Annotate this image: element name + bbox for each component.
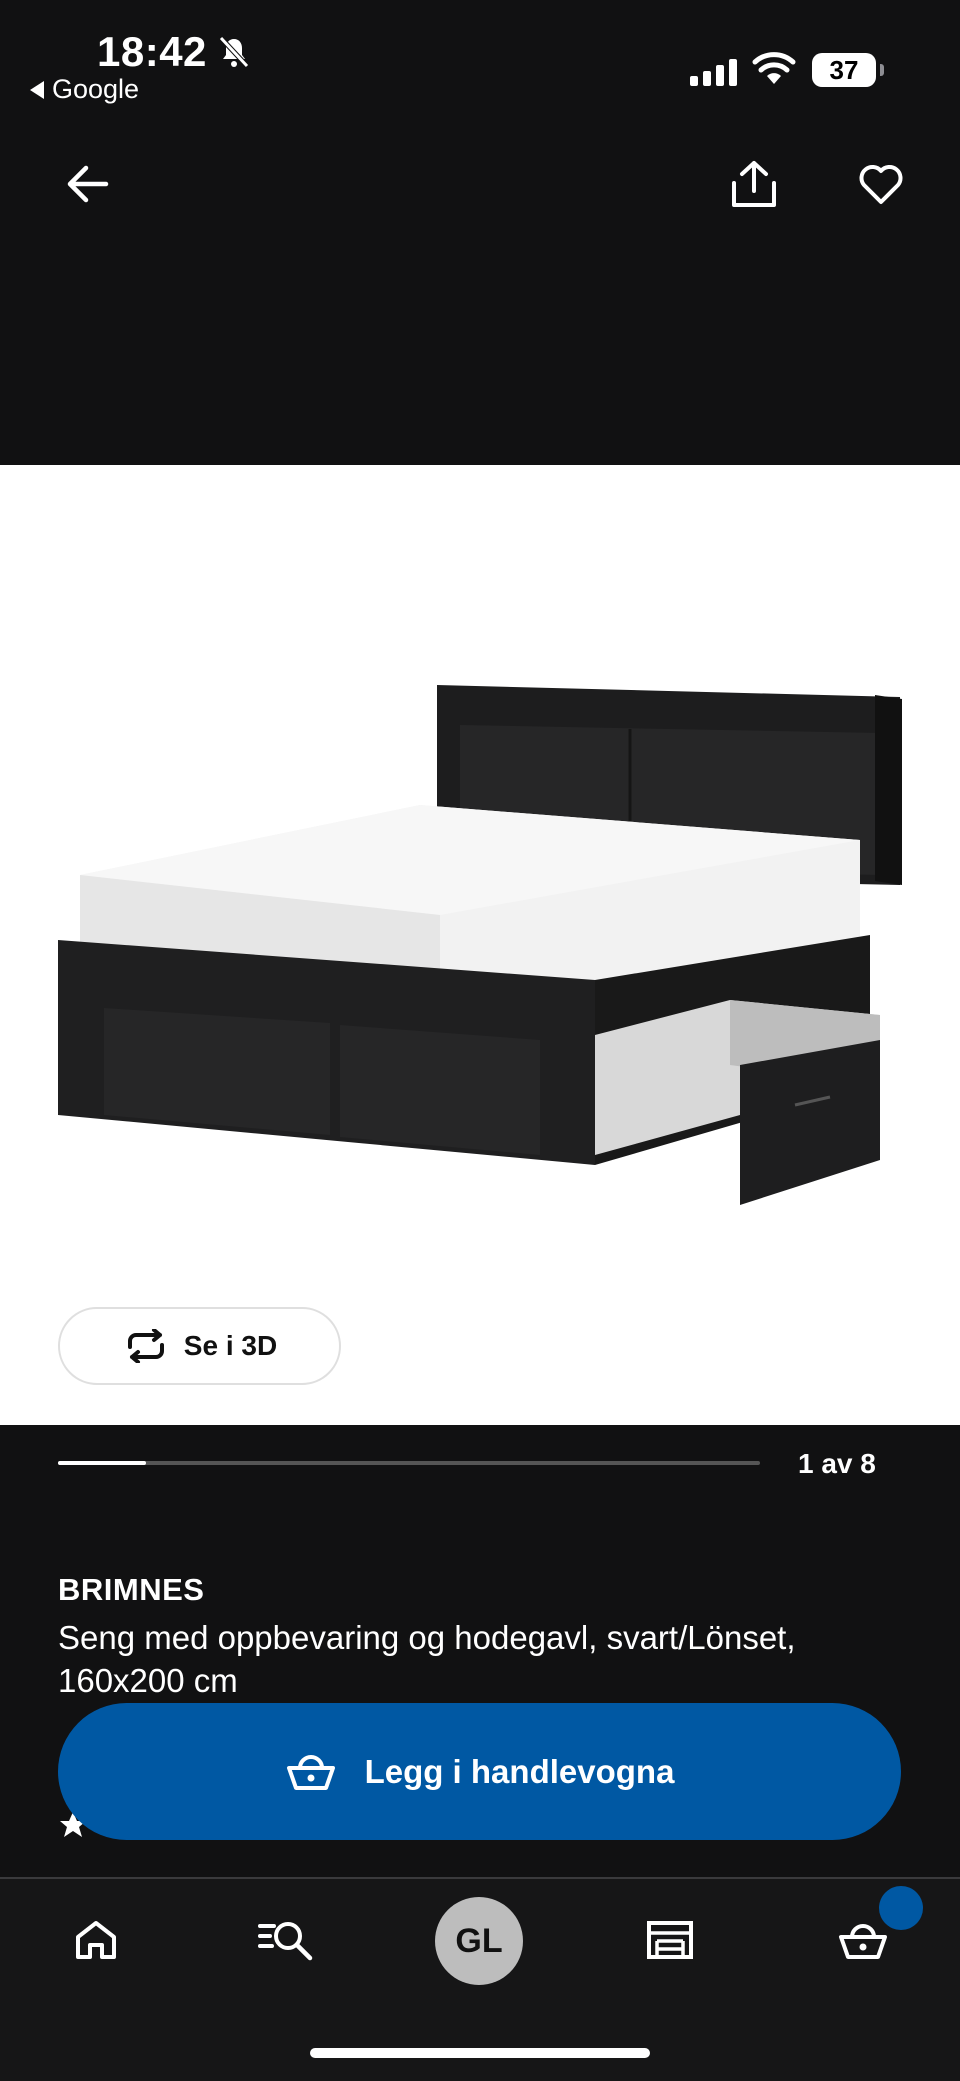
back-to-app-link[interactable]: Google [30, 74, 139, 105]
back-triangle-icon [30, 80, 44, 99]
share-icon [732, 161, 776, 207]
tab-search[interactable] [246, 1900, 326, 1980]
add-to-cart-label: Legg i handlevogna [364, 1752, 675, 1790]
profile-initials: GL [455, 1921, 503, 1960]
status-bar: 18:42 Google 37 [0, 0, 960, 120]
wifi-icon [752, 52, 796, 84]
gallery-counter: 1 av 8 [798, 1448, 876, 1479]
tab-home[interactable] [56, 1900, 136, 1980]
home-indicator[interactable] [310, 2048, 650, 2058]
product-image [58, 685, 902, 1205]
gallery-progress-fill [58, 1461, 146, 1465]
cellular-signal-icon [690, 58, 737, 86]
basket-icon [286, 1754, 335, 1790]
back-button[interactable] [53, 149, 123, 219]
share-button[interactable] [719, 149, 789, 219]
gallery-progress-bar [58, 1461, 760, 1465]
home-icon [76, 1921, 116, 1959]
status-time: 18:42 [97, 28, 207, 75]
rotate-3d-icon [127, 1329, 164, 1363]
arrow-left-icon [67, 165, 109, 203]
view-in-3d-button[interactable]: Se i 3D [58, 1307, 341, 1385]
cart-badge [879, 1886, 923, 1930]
basket-icon [839, 1924, 887, 1959]
heart-icon [859, 165, 903, 204]
product-name: BRIMNES [58, 1572, 205, 1607]
product-description: Seng med oppbevaring og hodegavl, svart/… [58, 1619, 796, 1699]
search-icon [258, 1922, 313, 1961]
product-image-gallery[interactable]: Se i 3D [0, 465, 960, 1425]
battery-indicator: 37 [812, 53, 884, 87]
add-to-cart-button[interactable]: Legg i handlevogna [58, 1703, 901, 1840]
favorite-button[interactable] [846, 149, 916, 219]
tab-profile-avatar[interactable]: GL [435, 1897, 523, 1985]
view-in-3d-label: Se i 3D [183, 1330, 278, 1361]
tab-store[interactable] [630, 1900, 710, 1980]
bell-muted-icon [219, 36, 249, 68]
back-app-label: Google [52, 74, 140, 104]
store-icon [647, 1921, 693, 1959]
